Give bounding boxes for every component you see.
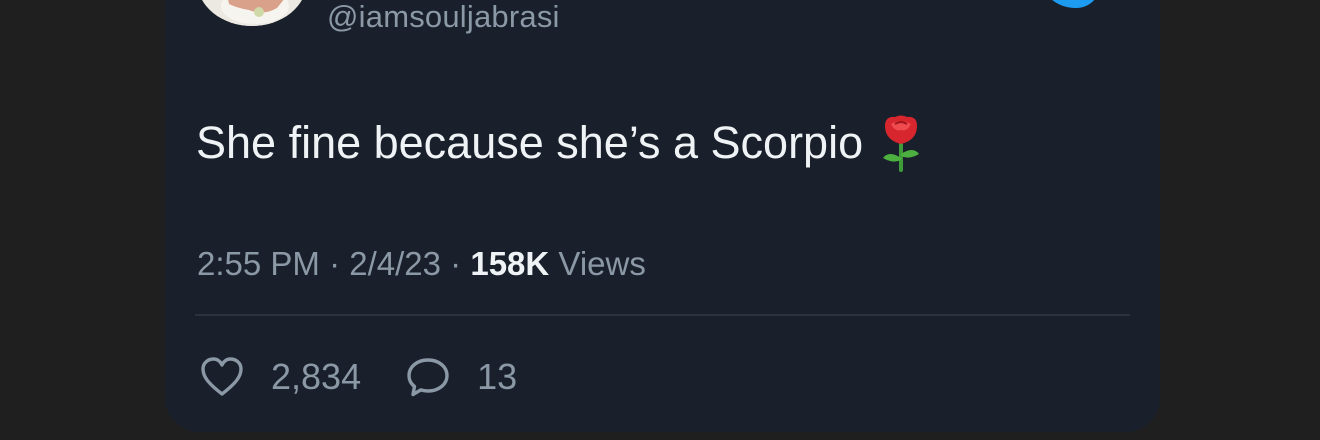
reply-button[interactable]: 13 bbox=[405, 356, 517, 398]
heart-icon bbox=[201, 357, 243, 396]
avatar[interactable] bbox=[197, 0, 307, 26]
meta-separator: · bbox=[329, 245, 341, 282]
tweet-time[interactable]: 2:55 PM bbox=[197, 245, 320, 282]
tweet-text-content: She fine because she’s a Scorpio bbox=[196, 117, 864, 168]
meta-separator: · bbox=[450, 245, 462, 282]
tweet-actions: 2,834 13 bbox=[199, 352, 561, 402]
tweet-card[interactable]: @iamsouljabrasi She fine because she’s a… bbox=[165, 0, 1160, 432]
views-label: Views bbox=[558, 245, 646, 282]
like-button[interactable]: 2,834 bbox=[199, 356, 361, 398]
divider bbox=[195, 314, 1130, 316]
likes-count: 2,834 bbox=[271, 356, 362, 397]
rose-emoji-icon bbox=[883, 115, 920, 172]
replies-count: 13 bbox=[477, 356, 518, 397]
tweet-text: She fine because she’s a Scorpio bbox=[196, 114, 925, 172]
user-handle[interactable]: @iamsouljabrasi bbox=[327, 0, 560, 35]
views-count: 158K bbox=[470, 245, 550, 282]
tweet-meta: 2:55 PM · 2/4/23 · 158K Views bbox=[197, 245, 646, 283]
tweet-date[interactable]: 2/4/23 bbox=[349, 245, 441, 282]
reply-bubble-icon bbox=[407, 358, 449, 397]
twitter-bird-icon bbox=[1052, 0, 1095, 8]
